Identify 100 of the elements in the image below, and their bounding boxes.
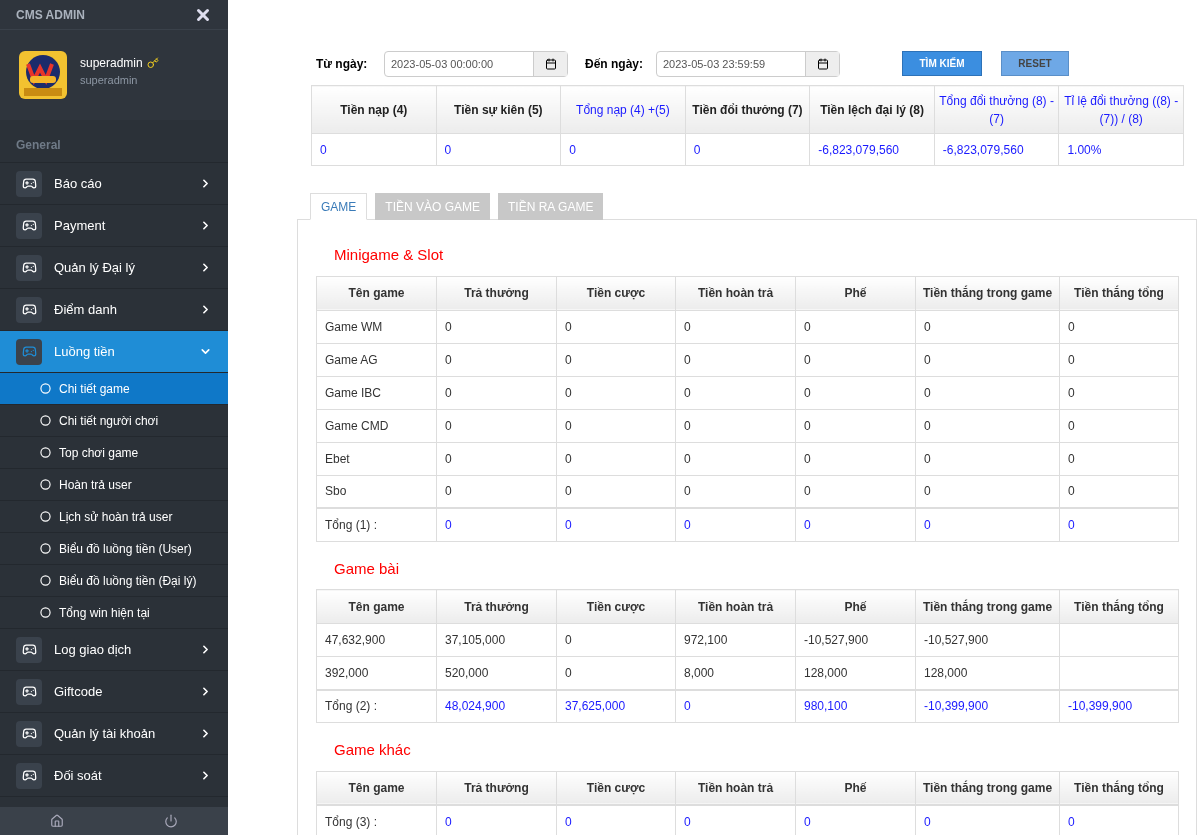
table-cell: Game AG [316,343,437,376]
column-header: Tổng nạp (4) +(5) [560,85,686,134]
table-cell: 0 [915,343,1060,376]
brand-title: CMS ADMIN [16,6,85,24]
table-cell: 0 [311,133,437,166]
table-cell: 0 [556,442,676,475]
table-cell: 1.00% [1058,133,1184,166]
column-header: Phế [795,589,916,624]
gamepad-icon [21,260,37,275]
column-header: Tiền hoàn trả [675,276,796,310]
submenu-label: Chi tiết game [59,380,130,398]
column-header: Tiền thắng trong game [915,276,1060,310]
sidebar-item-label: Đối soát [54,766,103,785]
column-header: Trả thưởng [436,771,557,805]
sidebar-item[interactable]: Giftcode [0,671,228,713]
table-cell: 0 [436,376,557,409]
user-name: superadmin [80,55,143,72]
total-cell: 0 [556,508,676,541]
table-cell: 0 [1059,442,1179,475]
table-cell: 0 [915,376,1060,409]
gamepad-icon [21,176,37,191]
table-cell: Game CMD [316,409,437,442]
calendar-icon[interactable] [544,57,557,70]
circle-icon [40,575,51,586]
sidebar-item-label: Báo cáo [54,174,103,193]
table-cell: 0 [556,623,676,657]
tab[interactable]: GAME [310,193,368,220]
table-cell: 0 [556,343,676,376]
from-label: Từ ngày: [316,55,369,73]
submenu-label: Lịch sử hoàn trả user [59,508,173,526]
circle-icon [40,447,51,458]
table-cell: 0 [556,310,676,343]
to-date-field[interactable]: 2023-05-03 23:59:59 [656,50,840,77]
power-icon[interactable] [164,814,178,828]
column-header: Tỉ lệ đổi thưởng ((8) -(7)) / (8) [1058,85,1184,134]
submenu-label: Chi tiết người chơi [59,412,159,430]
sidebar-item[interactable]: Luồng tiền [0,331,228,373]
sidebar-item-label: Luồng tiền [54,342,116,361]
table-cell: -6,823,079,560 [934,133,1059,166]
circle-icon [40,607,51,618]
column-header: Trả thưởng [436,276,557,310]
sidebar-item[interactable]: Quản lý Đại lý [0,247,228,289]
table-cell: 0 [436,133,561,166]
table-cell: 0 [795,442,916,475]
table-cell: 0 [795,376,916,409]
table-cell: 0 [915,442,1060,475]
table-cell: 0 [556,409,676,442]
total-label: Tổng (3) : [316,805,437,835]
column-header: Tiền hoàn trả [675,589,796,624]
table-cell: -6,823,079,560 [809,133,935,166]
table-cell: 0 [1059,376,1179,409]
table-cell: 0 [675,409,796,442]
sidebar-item-label: Điểm danh [54,300,118,319]
circle-icon [40,543,51,554]
gamepad-icon [21,684,37,699]
column-header: Tên game [316,589,437,624]
table-cell: Game IBC [316,376,437,409]
total-cell: -10,399,900 [915,689,1060,723]
submenu-label: Tổng win hiện tại [59,604,150,622]
sidebar-item[interactable]: Log giao dịch [0,629,228,671]
table-cell: 0 [675,376,796,409]
sidebar-item[interactable]: Đối soát [0,755,228,797]
table-cell: 0 [436,343,557,376]
total-cell: -10,399,900 [1059,689,1179,723]
gamepad-icon [21,302,37,317]
from-date-field[interactable]: 2023-05-03 00:00:00 [384,50,568,77]
column-header: Tiền thắng tổng [1059,771,1179,805]
table-cell: 0 [560,133,686,166]
sidebar-item-label: Giftcode [54,682,104,701]
total-cell: 0 [436,508,557,541]
table-cell: 392,000 [316,656,437,690]
table-cell: 0 [915,310,1060,343]
column-header: Tên game [316,276,437,310]
calendar-icon[interactable] [816,57,829,70]
table-cell: 0 [685,133,810,166]
key-icon [146,57,159,69]
total-cell: 0 [795,508,916,541]
column-header: Tiền lệch đại lý (8) [809,85,935,134]
column-header: Tiền sự kiên (5) [436,85,561,134]
sidebar-item-label: Log giao dịch [54,640,133,659]
table-cell: 37,105,000 [436,623,557,657]
column-header: Tiền cược [556,771,676,805]
table-cell: 0 [795,310,916,343]
home-icon[interactable] [50,814,64,828]
table-cell: Sbo [316,475,437,508]
to-label: Đến ngày: [585,55,644,73]
sidebar-item[interactable]: Quản lý tài khoản [0,713,228,755]
column-header: Trả thưởng [436,589,557,624]
column-header: Tiền nạp (4) [311,85,437,134]
column-header: Tiền cược [556,589,676,624]
table-cell: 0 [1059,310,1179,343]
reset-button[interactable]: RESET [1001,51,1069,76]
submenu-label: Biểu đồ luồng tiền (Đại lý) [59,572,197,590]
sidebar-item[interactable]: Payment [0,205,228,247]
sidebar-item[interactable]: Báo cáo [0,163,228,205]
total-label: Tổng (2) : [316,689,437,723]
submenu-label: Top chơi game [59,444,139,462]
table-cell: 0 [675,442,796,475]
table-cell: 0 [675,343,796,376]
submenu-item[interactable]: Chi tiết game [0,373,228,405]
